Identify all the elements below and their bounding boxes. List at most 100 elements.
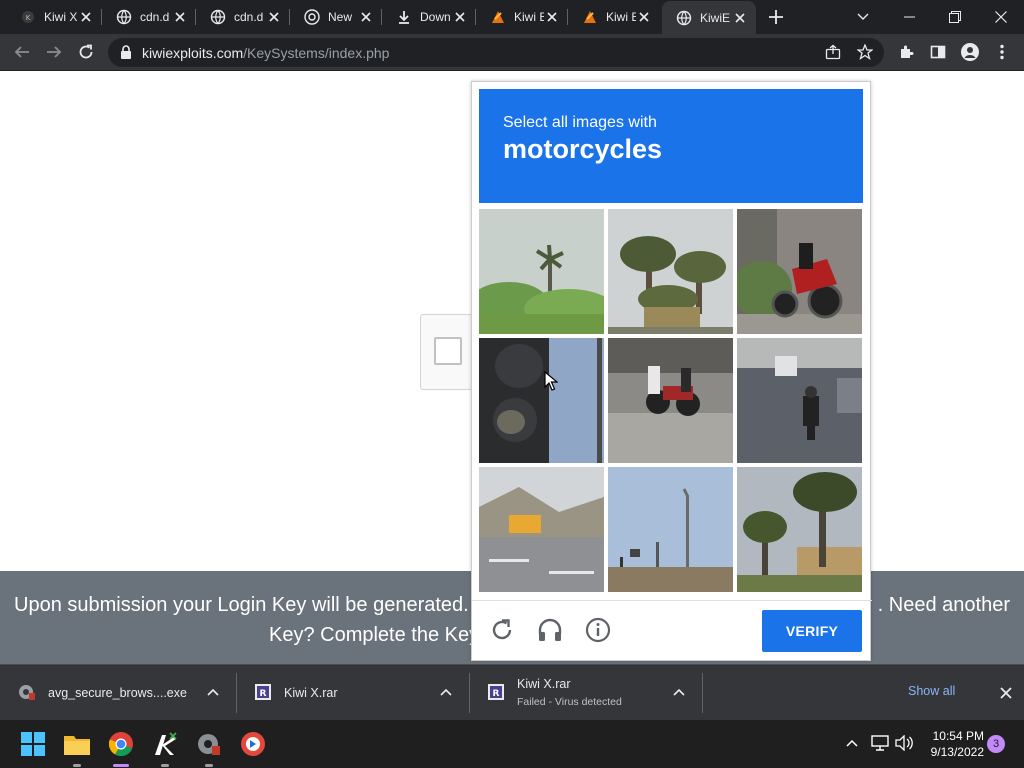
tab-2[interactable]: cdn.d [102,3,196,31]
globe-icon [116,9,132,25]
file-explorer-icon[interactable] [64,731,90,757]
captcha-challenge: Select all images with motorcycles VERIF… [471,81,872,661]
download-bar: avg_secure_brows....exe R Kiwi X.rar R K… [0,664,1024,720]
tab-strip: K Kiwi X cdn.d cdn.d New Down Kiwi E Kiw… [0,0,1024,34]
download-item-1[interactable]: avg_secure_brows....exe [0,665,236,721]
banner-line2-left: Key? Complete the Key [269,624,480,646]
reload-icon[interactable] [76,42,96,62]
globe-icon [210,9,226,25]
download-item-2[interactable]: R Kiwi X.rar [236,665,469,721]
browser-toolbar: kiwiexploits.com/KeySystems/index.php [0,34,1024,71]
audio-challenge-headphones-icon[interactable] [535,615,565,645]
windows-taskbar: 10:54 PM 9/13/2022 3 [0,720,1024,768]
forward-arrow-icon[interactable] [44,42,64,62]
url-path: /KeySystems/index.php [243,45,390,61]
secure-browser-icon[interactable] [240,731,266,757]
tab-title: cdn.d [140,10,170,24]
running-indicator [205,764,213,767]
clock-date: 9/13/2022 [930,745,984,759]
tab-8-active[interactable]: KiwiE [662,1,756,34]
kiwi-favicon: K [20,9,36,25]
new-tab-button[interactable] [766,7,786,27]
close-icon[interactable] [544,9,560,25]
archive-file-icon: R [487,683,505,701]
notification-badge[interactable]: 3 [987,735,1005,753]
close-window-button[interactable] [978,0,1024,34]
active-app-indicator [113,764,129,767]
close-icon[interactable] [172,9,188,25]
close-icon[interactable] [636,9,652,25]
close-icon[interactable] [732,10,748,26]
captcha-tile-motorcycles-parked[interactable] [608,338,733,463]
tab-1[interactable]: K Kiwi X [6,3,102,31]
chevron-up-icon[interactable] [205,684,221,700]
extensions-puzzle-icon[interactable] [896,42,916,62]
svg-text:K: K [26,14,31,22]
restore-button[interactable] [932,0,978,34]
tab-title: Kiwi E [606,10,636,24]
tab-5[interactable]: Down [382,3,476,31]
captcha-tile-palm-trees-sign[interactable] [608,209,733,334]
chevron-up-icon[interactable] [438,684,454,700]
kiwi-x-app-icon[interactable] [152,731,178,757]
captcha-header: Select all images with motorcycles [479,89,863,203]
tab-4[interactable]: New [290,3,382,31]
tab-search-chevron-icon[interactable] [840,0,886,34]
profile-avatar-icon[interactable] [960,42,980,62]
captcha-instruction: Select all images with [503,114,657,131]
address-bar[interactable]: kiwiexploits.com/KeySystems/index.php [108,38,884,67]
chrome-icon [304,9,320,25]
download-icon [396,9,412,25]
back-arrow-icon[interactable] [12,42,32,62]
tab-7[interactable]: Kiwi E [568,3,660,31]
captcha-grid [479,209,863,593]
close-download-bar-icon[interactable] [997,684,1015,702]
captcha-target: motorcycles [503,134,663,164]
download-item-3[interactable]: R Kiwi X.rar Failed - Virus detected [469,665,702,721]
kiwi-favicon [582,9,598,25]
tab-title: Kiwi E [514,10,544,24]
menu-kebab-icon[interactable] [992,42,1012,62]
network-icon[interactable] [870,733,890,753]
windows-start-icon[interactable] [20,731,46,757]
captcha-tile-palm-trees-houses[interactable] [737,467,862,592]
tab-6[interactable]: Kiwi E [476,3,568,31]
captcha-tile-traffic-light[interactable] [479,338,604,463]
captcha-tile-red-motorcycle[interactable] [737,209,862,334]
chevron-up-icon[interactable] [671,684,687,700]
url-text[interactable]: kiwiexploits.com/KeySystems/index.php [142,45,389,61]
tab-title: cdn.d [234,10,264,24]
lock-icon[interactable] [120,45,132,64]
close-icon[interactable] [452,9,468,25]
captcha-tile-street-lights[interactable] [608,467,733,592]
avg-browser-icon[interactable] [196,731,222,757]
show-all-link[interactable]: Show all [908,684,955,698]
banner-line1-right: . Need another [877,594,1010,616]
recaptcha-checkbox[interactable] [434,337,462,365]
volume-icon[interactable] [894,733,914,753]
captcha-tile-motorcyclist-road[interactable] [737,338,862,463]
close-icon[interactable] [358,9,374,25]
web-page: Upon submission your Login Key will be g… [0,71,1024,664]
info-icon[interactable] [583,615,613,645]
captcha-tile-palm-tree-bushes[interactable] [479,209,604,334]
reload-challenge-icon[interactable] [487,615,517,645]
close-icon[interactable] [266,9,282,25]
download-status: Failed - Virus detected [517,696,622,708]
bookmark-star-icon[interactable] [856,43,874,65]
svg-text:R: R [260,689,267,699]
minimize-button[interactable] [886,0,932,34]
tray-chevron-up-icon[interactable] [842,733,862,753]
tab-title: New [328,10,353,24]
share-icon[interactable] [825,44,841,65]
close-icon[interactable] [78,9,94,25]
banner-line1-left: Upon submission your Login Key will be g… [14,594,469,616]
captcha-tile-school-bus-street[interactable] [479,467,604,592]
side-panel-icon[interactable] [928,42,948,62]
verify-button[interactable]: VERIFY [762,610,862,652]
tab-title: Down [420,10,451,24]
chrome-taskbar-icon[interactable] [108,731,134,757]
tab-3[interactable]: cdn.d [196,3,290,31]
system-clock[interactable]: 10:54 PM 9/13/2022 [914,728,984,760]
running-indicator [161,764,169,767]
